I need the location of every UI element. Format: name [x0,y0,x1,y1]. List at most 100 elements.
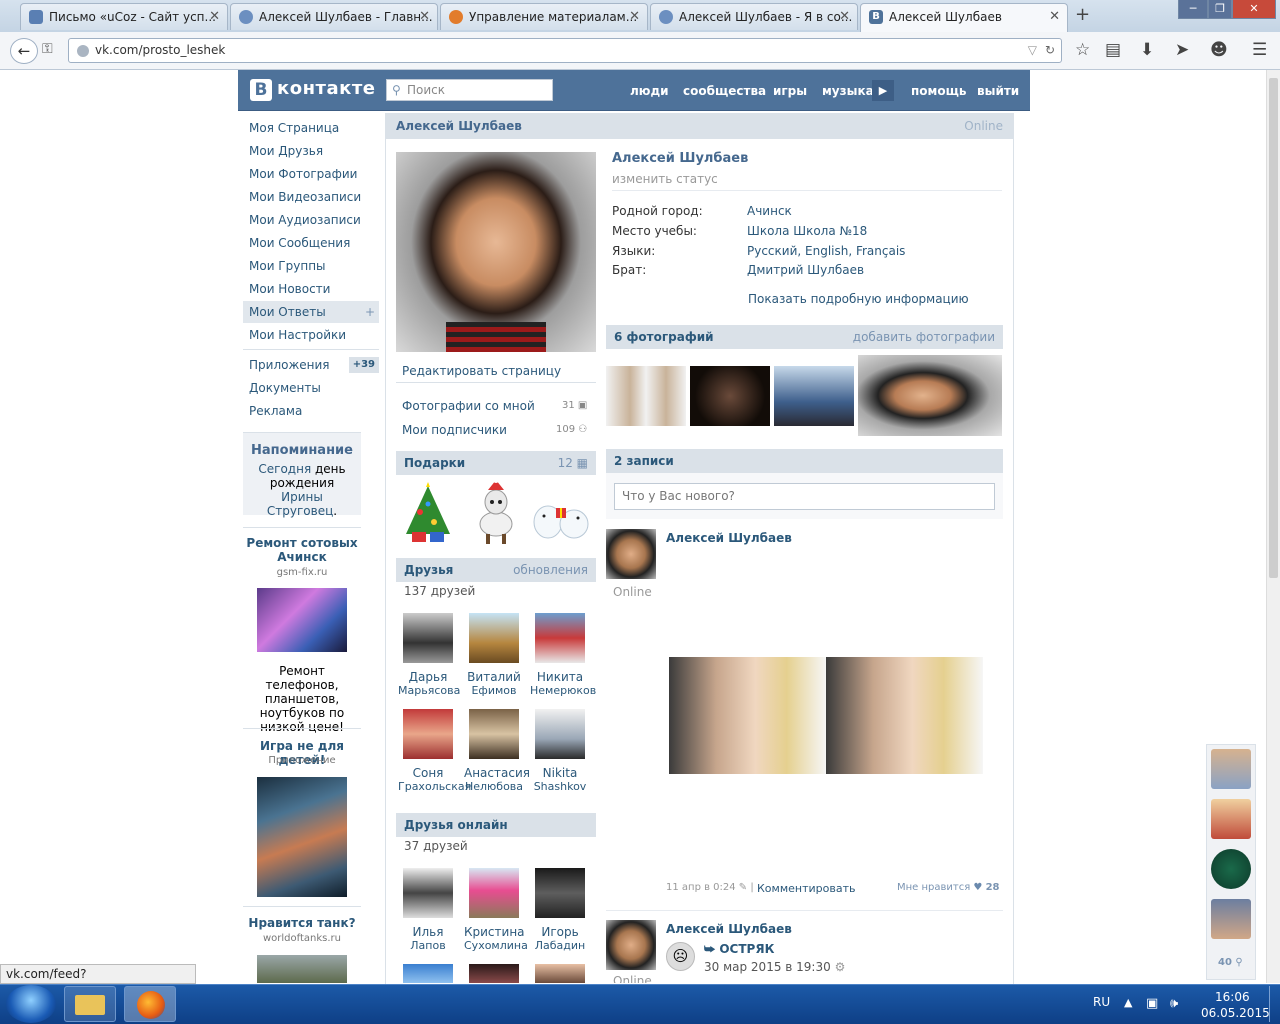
side-friends-count[interactable]: 40 ⚲ [1218,957,1243,968]
menu-apps[interactable]: Приложения +39 [243,354,379,376]
new-tab-button[interactable]: + [1075,4,1090,25]
clock-date[interactable]: 06.05.2015 [1201,1006,1270,1020]
tray-expand-icon[interactable]: ▲ [1124,996,1132,1009]
side-friend-avatar[interactable] [1211,749,1251,789]
close-icon[interactable]: ✕ [1049,4,1060,30]
like-button[interactable]: Мне нравится ♥ 28 [897,882,1000,893]
dropdown-icon[interactable]: ▽ [1028,39,1037,62]
explorer-taskbar-icon[interactable] [64,986,116,1022]
friend-online-avatar[interactable] [469,868,519,918]
brother-value[interactable]: Дмитрий Шулбаев [747,263,864,277]
vk-logo-text[interactable]: контакте [277,78,375,99]
nav-people[interactable]: люди [630,84,669,98]
friend-avatar[interactable] [469,709,519,759]
menu-my-settings[interactable]: Мои Настройки [243,324,379,346]
school-value[interactable]: Школа Школа №18 [747,224,867,238]
friend-name[interactable]: Дарья Марьясова [398,670,460,698]
gifts-header[interactable]: Подарки 12 ▦ [396,451,596,475]
settings-icon[interactable]: ⚙ [831,960,846,974]
nav-logout[interactable]: выйти [977,84,1019,98]
browser-tab-4[interactable]: Алексей Шулбаев - Я в со... ✕ [650,3,858,30]
url-bar[interactable]: vk.com/prosto_leshek ▽ ↻ [68,38,1062,63]
reload-icon[interactable]: ↻ [1045,39,1055,62]
post-author-name[interactable]: Алексей Шулбаев [666,922,792,936]
menu-my-page[interactable]: Моя Страница [243,117,379,139]
menu-ads[interactable]: Реклама [243,400,379,422]
reminder-name[interactable]: Ирины Струговец [267,490,333,518]
close-icon[interactable]: ✕ [839,4,850,30]
search-input[interactable]: ⚲ Поиск [386,79,553,101]
close-icon[interactable]: ✕ [209,4,220,30]
ad1-image[interactable] [257,588,347,652]
menu-my-videos[interactable]: Мои Видеозаписи [243,186,379,208]
friend-online-name[interactable]: Игорь Лабадин [530,925,590,953]
friend-avatar[interactable] [403,613,453,663]
menu-my-messages[interactable]: Мои Сообщения [243,232,379,254]
nav-help[interactable]: помощь [911,84,966,98]
bookmark-star-icon[interactable]: ☆ [1075,40,1090,60]
show-more-info-link[interactable]: Показать подробную информацию [748,292,969,306]
browser-tab-5[interactable]: B Алексей Шулбаев ✕ [860,3,1068,32]
gift-christmas-tree[interactable] [402,482,454,544]
friend-avatar[interactable] [469,613,519,663]
nav-communities[interactable]: сообщества [683,84,766,98]
friend-name[interactable]: Соня Грахольская [398,766,471,794]
windows-start-icon[interactable] [6,985,56,1023]
ad1-text[interactable]: Ремонт телефонов, планшетов, ноутбуков п… [243,664,361,734]
site-info-icon[interactable] [77,45,89,57]
close-icon[interactable]: ✕ [629,4,640,30]
ad1-sub[interactable]: gsm-fix.ru [243,567,361,578]
menu-my-news[interactable]: Мои Новости [243,278,379,300]
side-friend-avatar[interactable] [1211,899,1251,939]
answers-plus[interactable]: + [365,301,375,323]
add-photos-link[interactable]: добавить фотографии [853,325,995,349]
post-author-avatar[interactable] [606,920,656,970]
friend-online-name[interactable]: Илья Лапов [398,925,458,953]
post-photo[interactable] [826,657,983,774]
friend-name[interactable]: Виталий Ефимов [464,670,524,698]
friend-online-name[interactable]: Кристина Сухомлина [464,925,528,953]
followers-link[interactable]: Мои подписчики [402,423,507,437]
play-icon[interactable]: ▶ [872,80,894,101]
maximize-button[interactable]: ❐ [1208,0,1232,19]
friend-name[interactable]: Nikita Shashkov [530,766,590,794]
ad2-image[interactable] [257,777,347,897]
menu-my-groups[interactable]: Мои Группы [243,255,379,277]
ad3-image[interactable] [257,955,347,983]
photo-thumbnail[interactable] [606,366,686,426]
share-icon[interactable]: ➤ [1175,40,1189,60]
friend-name[interactable]: Никита Немерюков [530,670,596,698]
photo-thumbnail[interactable] [774,366,854,426]
post-photo[interactable] [669,657,826,774]
friend-avatar[interactable] [535,613,585,663]
side-friend-avatar[interactable] [1211,849,1251,889]
change-status-link[interactable]: изменить статус [612,172,718,186]
vk-logo-letter[interactable]: В [250,79,272,101]
friend-name[interactable]: Анастасия Нелюбова [464,766,530,794]
network-icon[interactable]: ▣ [1146,996,1158,1011]
gift-goat[interactable] [468,477,524,544]
photos-with-me-link[interactable]: Фотографии со мной [402,399,535,413]
close-icon[interactable]: ✕ [419,4,430,30]
nav-music[interactable]: музыка [822,84,874,98]
window-close-button[interactable]: ✕ [1232,0,1276,19]
language-indicator[interactable]: RU [1093,995,1110,1009]
wall-post-input[interactable]: Что у Вас нового? [614,483,995,510]
volume-icon[interactable]: 🕪 [1170,996,1178,1011]
show-desktop-button[interactable] [1269,986,1279,1022]
hometown-value[interactable]: Ачинск [747,204,792,218]
menu-my-answers[interactable]: Мои Ответы + [243,301,379,323]
browser-tab-2[interactable]: Алексей Шулбаев - Главн... ✕ [230,3,438,30]
photo-thumbnail[interactable] [690,366,770,426]
back-button[interactable]: ← [10,38,38,64]
edit-page-link[interactable]: Редактировать страницу [396,358,596,383]
ad3-sub[interactable]: worldoftanks.ru [243,933,361,944]
post-date[interactable]: 11 апр в 0:24 ✎ | [666,882,754,893]
repost-date[interactable]: 30 мар 2015 в 19:30 ⚙ [704,960,845,974]
browser-tab-1[interactable]: Письмо «uCoz - Сайт усп... ✕ [20,3,228,30]
chat-icon[interactable]: ☻ [1210,40,1228,60]
friends-header[interactable]: Друзья обновления [396,558,596,582]
side-friend-avatar[interactable] [1211,799,1251,839]
profile-avatar[interactable] [396,152,596,352]
ad2-sub[interactable]: Приложение [243,755,361,766]
